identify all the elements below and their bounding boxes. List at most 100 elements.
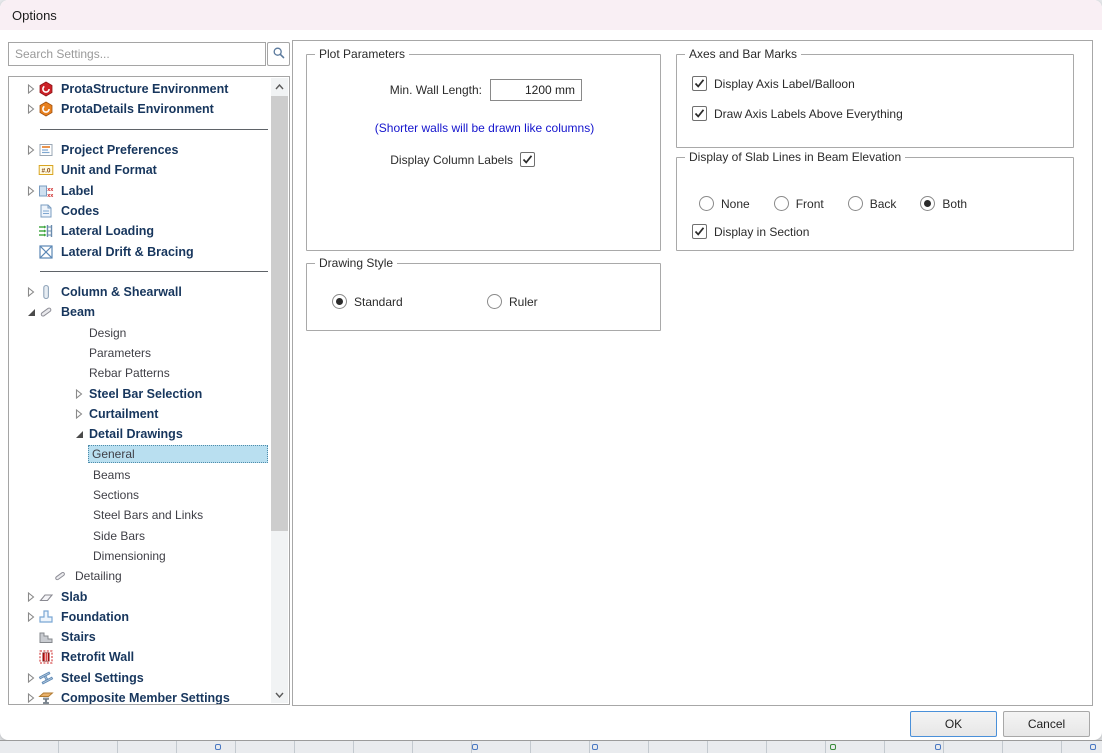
tree-item-label: Lateral Drift & Bracing [58, 244, 197, 260]
lateral-drift-icon [38, 244, 58, 260]
lateral-loading-icon [38, 223, 58, 239]
arrow-spacer [24, 630, 38, 644]
tree-item-retrofit-wall[interactable]: Retrofit Wall [10, 647, 271, 667]
display-axis-label-checkbox[interactable] [692, 76, 707, 91]
expand-arrow-icon[interactable] [72, 407, 86, 421]
expand-arrow-icon[interactable] [72, 387, 86, 401]
tree-item-beams[interactable]: Beams [10, 465, 271, 485]
tree-item-slab[interactable]: Slab [10, 586, 271, 606]
tree-item-label: Beam [58, 304, 98, 320]
tree-item-general[interactable]: General [10, 444, 271, 464]
expand-arrow-icon[interactable] [24, 671, 38, 685]
arrow-spacer [24, 224, 38, 238]
retrofit-wall-icon [38, 649, 58, 665]
draw-axis-labels-checkbox[interactable] [692, 106, 707, 121]
tree-item-stairs[interactable]: Stairs [10, 627, 271, 647]
tree-item-label: Side Bars [90, 528, 148, 544]
tree-item-curtailment[interactable]: Curtailment [10, 404, 271, 424]
display-in-section-checkbox[interactable] [692, 224, 707, 239]
tree-item-sections[interactable]: Sections [10, 485, 271, 505]
tree-item-codes[interactable]: Codes [10, 201, 271, 221]
unit-format-icon: #.0 [38, 162, 58, 178]
tree-item-parameters[interactable]: Parameters [10, 343, 271, 363]
expand-arrow-icon[interactable] [24, 691, 38, 705]
expand-arrow-icon[interactable] [24, 102, 38, 116]
collapse-arrow-icon[interactable] [24, 305, 38, 319]
tree-item-unit-and-format[interactable]: #.0Unit and Format [10, 160, 271, 180]
scroll-down-arrow-icon[interactable] [271, 686, 288, 703]
tree-item-dimensioning[interactable]: Dimensioning [10, 546, 271, 566]
slab-lines-none-radio[interactable] [699, 196, 714, 211]
background-axis-mark [472, 744, 478, 750]
stairs-icon [38, 629, 58, 645]
slab-icon [38, 589, 58, 605]
tree-separator [10, 120, 271, 140]
expand-arrow-icon[interactable] [24, 285, 38, 299]
preferences-icon [38, 142, 58, 158]
group-title: Axes and Bar Marks [685, 47, 801, 61]
svg-text:xx: xx [47, 193, 54, 199]
group-title: Display of Slab Lines in Beam Elevation [685, 150, 905, 164]
standard-radio[interactable] [332, 294, 347, 309]
ruler-radio-label: Ruler [509, 295, 538, 309]
scroll-up-arrow-icon[interactable] [271, 78, 288, 95]
search-input[interactable] [8, 42, 266, 66]
cancel-button[interactable]: Cancel [1003, 711, 1090, 737]
expand-arrow-icon[interactable] [24, 184, 38, 198]
tree-item-lateral-drift-bracing[interactable]: Lateral Drift & Bracing [10, 241, 271, 261]
tree-item-design[interactable]: Design [10, 323, 271, 343]
tree-item-composite-member-settings[interactable]: Composite Member Settings [10, 688, 271, 705]
arrow-spacer [76, 529, 90, 543]
tree-item-label: Lateral Loading [58, 223, 157, 239]
slab-lines-both-radio[interactable] [920, 196, 935, 211]
scrollbar-thumb[interactable] [271, 96, 288, 531]
tree-item-detailing[interactable]: Detailing [10, 566, 271, 586]
tree-item-beam[interactable]: Beam [10, 302, 271, 322]
tree-item-protastructure-environment[interactable]: ProtaStructure Environment [10, 79, 271, 99]
group-title: Plot Parameters [315, 47, 409, 61]
tree-item-column-shearwall[interactable]: Column & Shearwall [10, 282, 271, 302]
tree-item-label: Parameters [86, 345, 154, 361]
tree-item-label: Stairs [58, 629, 99, 645]
tree-item-rebar-patterns[interactable]: Rebar Patterns [10, 363, 271, 383]
tree-item-label[interactable]: xxxxLabel [10, 180, 271, 200]
slab-lines-front-radio[interactable] [774, 196, 789, 211]
expand-arrow-icon[interactable] [24, 143, 38, 157]
tree-item-steel-bars-and-links[interactable]: Steel Bars and Links [10, 505, 271, 525]
expand-arrow-icon[interactable] [24, 82, 38, 96]
settings-content-panel: Plot Parameters Min. Wall Length: (Short… [292, 40, 1093, 706]
arrow-spacer [76, 549, 90, 563]
display-column-labels-checkbox[interactable] [520, 152, 535, 167]
collapse-arrow-icon[interactable] [72, 427, 86, 441]
prota-orange-icon [38, 101, 58, 117]
tree-scrollbar[interactable] [271, 78, 288, 703]
tree-item-lateral-loading[interactable]: Lateral Loading [10, 221, 271, 241]
title-bar: Options [0, 0, 1102, 30]
tree-item-foundation[interactable]: Foundation [10, 607, 271, 627]
expand-arrow-icon[interactable] [24, 590, 38, 604]
search-button[interactable] [267, 42, 290, 66]
display-in-section-label: Display in Section [714, 225, 809, 239]
composite-icon [38, 690, 58, 705]
min-wall-length-label: Min. Wall Length: [390, 83, 482, 97]
ok-button[interactable]: OK [910, 711, 997, 737]
tree-item-label: Project Preferences [58, 142, 181, 158]
background-app-strip [0, 740, 1102, 753]
tree-item-label: Steel Bars and Links [90, 507, 206, 523]
tree-item-project-preferences[interactable]: Project Preferences [10, 140, 271, 160]
tree-item-label: Design [86, 325, 129, 341]
tree-item-detail-drawings[interactable]: Detail Drawings [10, 424, 271, 444]
tree-separator [10, 262, 271, 282]
tree-item-protadetails-environment[interactable]: ProtaDetails Environment [10, 99, 271, 119]
draw-axis-labels-label: Draw Axis Labels Above Everything [714, 107, 903, 121]
arrow-spacer [76, 508, 90, 522]
min-wall-length-input[interactable] [490, 79, 582, 101]
slab-lines-back-radio[interactable] [848, 196, 863, 211]
tree-item-steel-bar-selection[interactable]: Steel Bar Selection [10, 383, 271, 403]
group-title: Drawing Style [315, 256, 397, 270]
tree-item-side-bars[interactable]: Side Bars [10, 526, 271, 546]
ruler-radio[interactable] [487, 294, 502, 309]
expand-arrow-icon[interactable] [24, 610, 38, 624]
tree-item-label: Retrofit Wall [58, 649, 137, 665]
tree-item-steel-settings[interactable]: Steel Settings [10, 668, 271, 688]
